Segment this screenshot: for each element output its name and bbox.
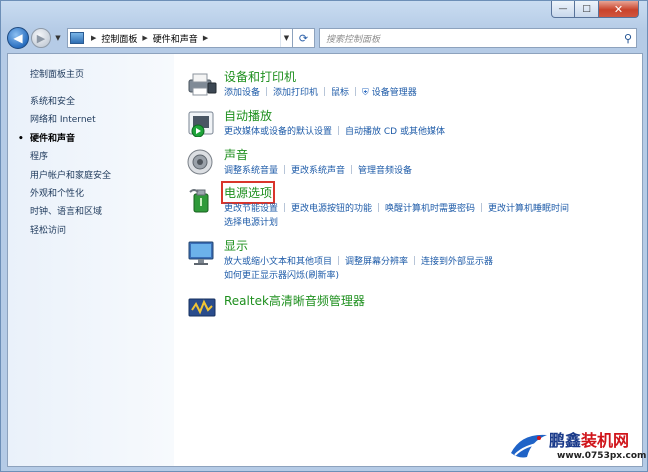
address-bar[interactable]: ▶ 控制面板 ▶ 硬件和声音 ▶ ▼ — [67, 28, 293, 48]
caption-buttons: — □ ✕ — [551, 1, 639, 18]
breadcrumb-item-control-panel[interactable]: 控制面板 — [101, 32, 137, 45]
address-dropdown-icon[interactable]: ▼ — [280, 29, 292, 47]
link-choose-power-plan[interactable]: 选择电源计划 — [224, 218, 278, 228]
breadcrumb-arrow-icon[interactable]: ▶ — [142, 34, 147, 42]
link-add-device[interactable]: 添加设备 — [224, 88, 260, 98]
main-panel: 设备和打印机 添加设备 添加打印机 鼠标 ⛨ 设备管理器 自动播放 更改媒体或设备的默… — [174, 54, 642, 466]
maximize-button[interactable]: □ — [575, 1, 599, 18]
watermark-brand-red: 装机网 — [581, 431, 630, 450]
link-device-manager[interactable]: 设备管理器 — [372, 88, 417, 98]
link-autoplay-cd[interactable]: 自动播放 CD 或其他媒体 — [345, 127, 445, 137]
breadcrumb-arrow-icon[interactable]: ▶ — [203, 34, 208, 42]
close-button[interactable]: ✕ — [599, 1, 639, 18]
sidebar-item-appearance[interactable]: 外观和个性化 — [30, 185, 111, 203]
breadcrumb-item-hardware-sound[interactable]: 硬件和声音 — [153, 32, 198, 45]
link-external-display[interactable]: 连接到外部显示器 — [421, 257, 493, 267]
link-power-button-function[interactable]: 更改电源按钮的功能 — [291, 204, 372, 214]
recent-pages-dropdown-icon[interactable]: ▼ — [53, 34, 63, 42]
content-area: 控制面板主页 系统和安全 网络和 Internet 硬件和声音 程序 用户帐户和… — [7, 53, 643, 467]
link-mouse[interactable]: 鼠标 — [331, 88, 349, 98]
sidebar-list: 系统和安全 网络和 Internet 硬件和声音 程序 用户帐户和家庭安全 外观… — [18, 93, 111, 240]
breadcrumb-root-arrow-icon[interactable]: ▶ — [91, 34, 96, 42]
watermark-bird-logo-icon — [511, 434, 547, 458]
sidebar-home-link[interactable]: 控制面板主页 — [30, 67, 84, 80]
link-adjust-volume[interactable]: 调整系统音量 — [224, 166, 278, 176]
sidebar: 控制面板主页 系统和安全 网络和 Internet 硬件和声音 程序 用户帐户和… — [8, 54, 174, 466]
uac-shield-icon: ⛨ — [362, 88, 369, 98]
forward-button[interactable]: ▶ — [31, 28, 51, 48]
link-manage-audio-devices[interactable]: 管理音频设备 — [358, 166, 412, 176]
link-change-power-saving[interactable]: 更改节能设置 — [224, 204, 278, 214]
watermark-url: www.0753px.com — [557, 451, 647, 461]
refresh-button[interactable]: ⟳ — [293, 28, 315, 48]
power-icon[interactable] — [186, 186, 218, 214]
navigation-bar: ◀ ▶ ▼ ▶ 控制面板 ▶ 硬件和声音 ▶ ▼ ⟳ 搜索控制面板 ⚲ — [7, 25, 643, 51]
sidebar-item-programs[interactable]: 程序 — [30, 148, 111, 166]
link-autoplay-defaults[interactable]: 更改媒体或设备的默认设置 — [224, 127, 332, 137]
speaker-icon[interactable] — [186, 148, 218, 176]
category-title[interactable]: 显示 — [224, 237, 248, 254]
realtek-audio-icon[interactable] — [186, 294, 218, 322]
link-sleep-time[interactable]: 更改计算机睡眠时间 — [488, 204, 569, 214]
sidebar-item-user-accounts[interactable]: 用户帐户和家庭安全 — [30, 167, 111, 185]
link-wake-password[interactable]: 唤醒计算机时需要密码 — [385, 204, 475, 214]
watermark: 鹏鑫装机网 www.0753px.com — [509, 427, 646, 467]
autoplay-icon[interactable] — [186, 109, 218, 137]
search-input[interactable]: 搜索控制面板 — [326, 32, 620, 45]
sidebar-item-clock-language[interactable]: 时钟、语言和区域 — [30, 203, 111, 221]
display-icon[interactable] — [186, 239, 218, 267]
link-text-size[interactable]: 放大或缩小文本和其他项目 — [224, 257, 332, 267]
printer-icon[interactable] — [186, 70, 218, 98]
category-title-highlighted[interactable]: 电源选项 — [220, 181, 276, 204]
link-screen-resolution[interactable]: 调整屏幕分辨率 — [345, 257, 408, 267]
search-box[interactable]: 搜索控制面板 ⚲ — [319, 28, 637, 48]
window-frame: — □ ✕ ◀ ▶ ▼ ▶ 控制面板 ▶ 硬件和声音 ▶ ▼ ⟳ 搜索控制面板 … — [0, 0, 648, 472]
minimize-button[interactable]: — — [551, 1, 575, 18]
sidebar-item-network[interactable]: 网络和 Internet — [30, 111, 111, 129]
sidebar-item-ease-of-access[interactable]: 轻松访问 — [30, 222, 111, 240]
category-title[interactable]: 声音 — [224, 146, 248, 163]
category-title[interactable]: Realtek高清晰音频管理器 — [224, 292, 365, 309]
watermark-brand: 鹏鑫 — [549, 431, 582, 450]
sidebar-item-hardware-sound[interactable]: 硬件和声音 — [18, 130, 111, 149]
back-button[interactable]: ◀ — [7, 27, 29, 49]
sidebar-item-system-security[interactable]: 系统和安全 — [30, 93, 111, 111]
link-refresh-rate[interactable]: 如何更正显示器闪烁(刷新率) — [224, 271, 339, 281]
category-title[interactable]: 设备和打印机 — [224, 68, 296, 85]
refresh-icon: ⟳ — [298, 31, 309, 45]
link-add-printer[interactable]: 添加打印机 — [273, 88, 318, 98]
search-icon[interactable]: ⚲ — [620, 32, 636, 45]
control-panel-icon — [70, 32, 84, 44]
link-change-sounds[interactable]: 更改系统声音 — [291, 166, 345, 176]
category-title[interactable]: 自动播放 — [224, 107, 272, 124]
